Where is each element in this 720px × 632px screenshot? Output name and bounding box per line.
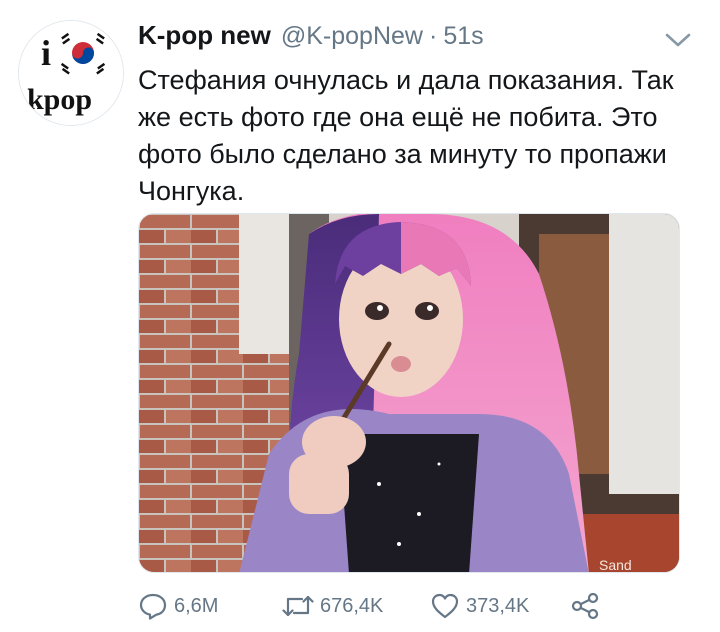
tweet-card[interactable]: i kpop K-pop new @K-popNew · 51s Стефани…	[0, 0, 720, 632]
tweet-text: Стефания очнулась и дала показания. Так …	[138, 65, 674, 206]
retweet-count: 676,4K	[320, 594, 384, 617]
like-button[interactable]: 373,4K	[430, 591, 570, 621]
timestamp[interactable]: 51s	[443, 22, 483, 51]
share-button[interactable]	[570, 591, 600, 621]
avatar-label-top: i	[41, 33, 51, 73]
retweet-button[interactable]: 676,4K	[282, 591, 430, 621]
photo-sign-text: Sand	[599, 557, 632, 573]
chevron-down-icon[interactable]	[664, 30, 692, 50]
retweet-icon	[282, 595, 314, 617]
separator-dot: ·	[428, 22, 438, 50]
tweet-photo[interactable]: Sand	[138, 213, 680, 573]
avatar[interactable]: i kpop	[18, 20, 124, 126]
tweet-actions: 6,6M 676,4K 373,4K	[138, 588, 600, 624]
avatar-image: i kpop	[19, 21, 123, 125]
photo-image: Sand	[139, 214, 679, 573]
reply-button[interactable]: 6,6M	[138, 591, 282, 621]
reply-icon	[139, 593, 167, 620]
display-name[interactable]: K-pop new	[138, 20, 271, 51]
heart-icon	[431, 593, 459, 619]
user-handle[interactable]: @K-popNew	[281, 22, 423, 51]
like-count: 373,4K	[466, 594, 530, 617]
avatar-label-bottom: kpop	[27, 83, 92, 116]
share-icon	[571, 592, 599, 620]
reply-count: 6,6M	[174, 594, 219, 617]
tweet-header: K-pop new @K-popNew · 51s	[138, 20, 484, 54]
